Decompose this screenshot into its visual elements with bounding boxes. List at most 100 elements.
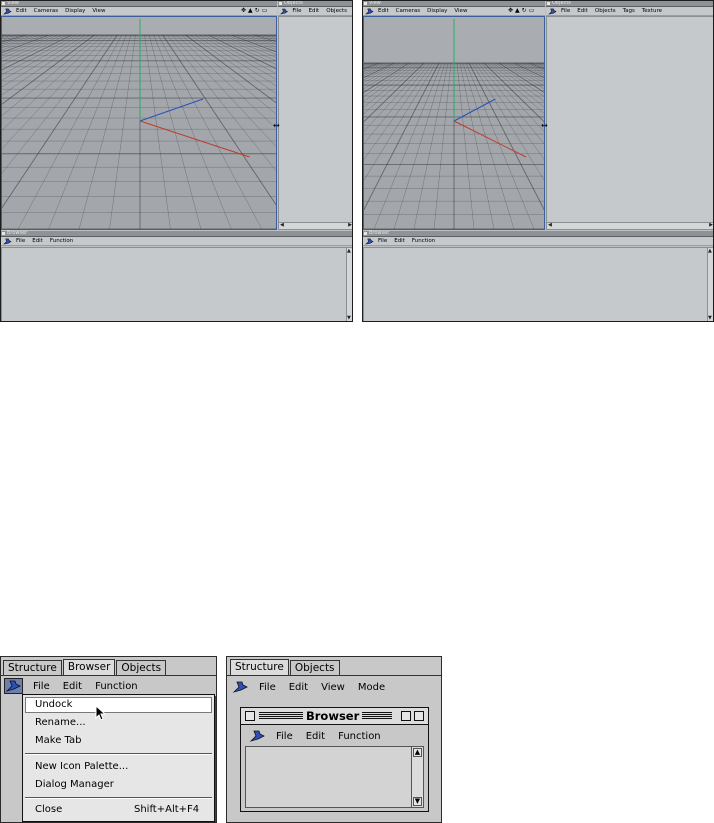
move-icon[interactable]: ✥ [241,7,246,14]
pin-icon[interactable] [365,8,374,15]
tab-structure[interactable]: Structure [230,659,289,676]
scroll-down-icon[interactable]: ▼ [413,797,422,806]
zoom-box-icon[interactable] [401,711,411,721]
viewport-menu-edit[interactable]: Edit [16,8,27,14]
pin-icon[interactable] [4,678,23,694]
close-box-icon[interactable] [2,2,5,5]
menu-item-make-tab[interactable]: Make Tab [35,735,81,746]
objects-menu-texture[interactable]: Texture [642,8,662,14]
resize-arrow-icon[interactable]: ↔ [541,121,548,130]
browser-window-titlebar[interactable]: Browser [241,708,428,725]
pin-icon[interactable] [232,680,249,694]
objects-list-area[interactable]: ◀ ▶ [278,16,352,230]
objects-menu-objects[interactable]: Objects [326,8,347,14]
browser-menubar: File Edit Function [249,728,394,744]
browser-content-area[interactable]: ▲ ▼ [363,247,713,321]
rotate-icon[interactable]: ↻ [255,7,260,14]
objects-title: Objects [552,0,571,6]
viewport-menu-display[interactable]: Display [65,8,85,14]
tab-browser[interactable]: Browser [62,659,116,676]
browser-menu-function[interactable]: Function [338,731,381,742]
scroll-up-icon[interactable]: ▲ [708,249,712,254]
browser-vertical-scrollbar[interactable]: ▲ ▼ [707,248,713,321]
browser-content-area[interactable]: ▲ ▼ [245,746,424,808]
move-icon[interactable]: ✥ [508,7,513,14]
rotate-icon[interactable]: ↻ [522,7,527,14]
viewport-menu-cameras[interactable]: Cameras [396,8,420,14]
browser-menu-edit[interactable]: Edit [306,731,325,742]
browser-menu-function[interactable]: Function [412,238,435,244]
close-box-icon[interactable] [245,711,255,721]
camera-icon[interactable]: ▲ [248,7,253,14]
viewport-nav-icons: ✥ ▲ ↻ ▭ [508,7,534,14]
tab-objects[interactable]: Objects [116,660,167,676]
objects-menu-file[interactable]: File [561,8,570,14]
menu-item-close[interactable]: Close [35,804,62,815]
collapse-box-icon[interactable] [414,711,424,721]
browser-vertical-scrollbar[interactable]: ▲ ▼ [346,248,352,321]
browser-menu-edit[interactable]: Edit [394,238,405,244]
menu-item-rename[interactable]: Rename... [35,717,86,728]
close-box-icon[interactable] [2,232,5,235]
pin-icon[interactable] [3,8,12,15]
pin-icon[interactable] [548,8,557,15]
objects-horizontal-scrollbar[interactable]: ◀ ▶ [279,222,352,229]
screenshot-resized-layout: View Edit Cameras Display View ✥ ▲ ↻ ▭ O… [362,0,714,322]
camera-icon[interactable]: ▲ [515,7,520,14]
scroll-down-icon[interactable]: ▼ [708,316,712,321]
objects-list-area[interactable]: ◀ ▶ [546,16,713,230]
close-box-icon[interactable] [279,2,282,5]
browser-menu-file[interactable]: File [276,731,293,742]
pin-icon[interactable] [280,8,289,15]
objects-menu-objects[interactable]: Objects [595,8,616,14]
browser-menu-function[interactable]: Function [95,681,138,692]
pin-icon[interactable] [3,238,12,245]
scroll-left-icon[interactable]: ◀ [548,223,552,228]
menu-item-new-icon-palette[interactable]: New Icon Palette... [35,761,128,772]
browser-menu-function[interactable]: Function [50,238,73,244]
tab-structure[interactable]: Structure [3,660,62,676]
objects-menu-file[interactable]: File [292,8,301,14]
structure-menu-mode[interactable]: Mode [358,682,385,693]
tab-objects[interactable]: Objects [289,660,340,676]
browser-menu-edit[interactable]: Edit [32,238,43,244]
scroll-down-icon[interactable]: ▼ [347,316,351,321]
close-box-icon[interactable] [364,2,367,5]
close-box-icon[interactable] [364,232,367,235]
pin-icon[interactable] [249,729,266,743]
scroll-up-icon[interactable]: ▲ [413,748,422,757]
scroll-right-icon[interactable]: ▶ [709,223,713,228]
browser-menu-file[interactable]: File [16,238,25,244]
objects-horizontal-scrollbar[interactable]: ◀ ▶ [547,222,713,229]
close-box-icon[interactable] [547,2,550,5]
browser-content-area[interactable]: ▲ ▼ [1,247,352,321]
objects-menu-edit[interactable]: Edit [309,8,320,14]
browser-menu-file[interactable]: File [33,681,50,692]
viewport-menu-cameras[interactable]: Cameras [34,8,58,14]
objects-menu-edit[interactable]: Edit [577,8,588,14]
viewport-menu-view[interactable]: View [454,8,467,14]
scroll-up-icon[interactable]: ▲ [347,249,351,254]
browser-floating-window[interactable]: Browser File Edit Function ▲ ▼ [240,707,429,812]
scroll-left-icon[interactable]: ◀ [280,223,284,228]
menu-separator [25,753,212,755]
viewport-menu-display[interactable]: Display [427,8,447,14]
viewport-menu-edit[interactable]: Edit [378,8,389,14]
scroll-right-icon[interactable]: ▶ [348,223,352,228]
structure-menu-file[interactable]: File [259,682,276,693]
structure-menu-view[interactable]: View [321,682,345,693]
resize-arrow-icon[interactable]: ↔ [273,121,280,130]
structure-menu-edit[interactable]: Edit [289,682,308,693]
menu-item-undock[interactable]: Undock [35,699,72,710]
3d-viewport[interactable] [363,16,545,230]
maximize-icon[interactable]: ▭ [529,7,535,14]
3d-viewport[interactable] [1,16,277,230]
viewport-menu-view[interactable]: View [92,8,105,14]
browser-menu-edit[interactable]: Edit [63,681,82,692]
pin-icon[interactable] [365,238,374,245]
browser-menu-file[interactable]: File [378,238,387,244]
objects-menu-tags[interactable]: Tags [623,8,635,14]
menu-item-dialog-manager[interactable]: Dialog Manager [35,779,114,790]
browser-vertical-scrollbar[interactable]: ▲ ▼ [411,747,423,807]
maximize-icon[interactable]: ▭ [262,7,268,14]
